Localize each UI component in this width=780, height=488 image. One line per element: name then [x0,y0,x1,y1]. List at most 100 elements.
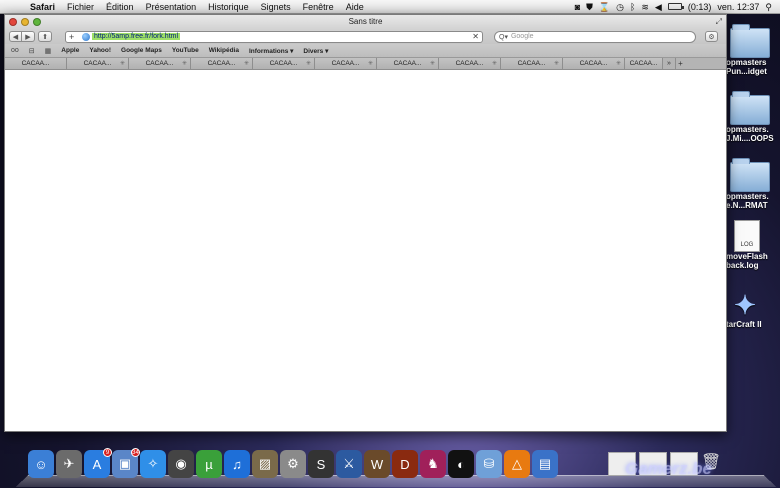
tab[interactable]: CACAA... ✳ [191,58,253,69]
menu-historique[interactable]: Historique [202,2,255,12]
tab[interactable]: CACAA... ✳ [377,58,439,69]
menu-aide[interactable]: Aide [340,2,370,12]
reading-list-icon[interactable]: oo [11,47,19,54]
dock-item-steam[interactable]: S [308,450,334,478]
back-button[interactable]: ◀ [9,31,22,42]
new-tab-button[interactable]: + [675,58,685,69]
desktop-icon-label: opmasters. J.Mi....OOPS [726,125,774,143]
tab[interactable]: CACAA... ✳ [129,58,191,69]
status-app-icon[interactable]: ◙ [575,1,580,13]
shield-icon[interactable]: ⛊ [586,1,593,13]
menu-presentation[interactable]: Présentation [140,2,203,12]
fullscreen-icon[interactable]: ⤢ [716,15,722,29]
desktop-icon-folder-1[interactable]: opmasters Pun...idget [726,24,780,76]
diablo-icon: D [400,456,410,472]
zoom-window-button[interactable] [33,18,41,26]
loading-spinner-icon: ✳ [367,61,373,67]
share-button[interactable]: ⬆ [38,31,52,42]
desktop-icon-label: opmasters. e.N...RMAT [726,192,769,210]
time-machine-icon[interactable]: ◷ [616,1,624,13]
log-file-icon: LOG [734,220,760,252]
spotlight-search-icon[interactable]: ⚲ [765,1,772,13]
search-field[interactable]: Q▾ Google [494,30,696,43]
search-placeholder: Google [510,33,534,40]
clock[interactable]: ven. 12:37 [717,1,759,13]
utorrent-icon: µ [205,456,213,472]
desktop-icon-folder-3[interactable]: opmasters. e.N...RMAT [726,158,780,210]
warcraft-icon: W [370,456,384,472]
dock-item-starcraft[interactable]: ⚔ [336,450,362,478]
dock-item-system-prefs[interactable]: ⚙ [280,450,306,478]
iphoto-icon: ▨ [258,456,272,471]
stop-clear-icon[interactable]: ✕ [472,32,479,41]
menu-fichier[interactable]: Fichier [61,2,100,12]
tab[interactable]: CACAA... ✳ [253,58,315,69]
watermark-logo: Gamerz.be [625,459,712,478]
tab[interactable]: CACAA... ✳ [67,58,129,69]
dock-item-utorrent[interactable]: µ [196,450,222,478]
dock-item-finder[interactable]: ☺ [28,450,54,478]
search-icon: Q▾ [499,33,508,41]
menu-bar: Safari Fichier Édition Présentation Hist… [0,0,780,14]
dock-item-vlc[interactable]: △ [504,450,530,478]
dock-item-warcraft[interactable]: W [364,450,390,478]
address-bar[interactable]: + http://5amp.free.fr/fork.html ✕ [65,30,483,43]
add-bookmark-icon[interactable]: + [69,32,79,42]
dock-item-game[interactable]: ♞ [420,450,446,478]
dock-item-diablo[interactable]: D [392,450,418,478]
toolbar: ◀ ▶ ⬆ + http://5amp.free.fr/fork.html ✕ … [5,29,726,44]
dock-item-safari[interactable]: ✧ [140,450,166,478]
tab[interactable]: CACAA... ✳ [563,58,625,69]
dock-item-notes[interactable]: ▤ [532,450,558,478]
desktop-icon-starcraft[interactable]: ✦ tarCraft II [726,290,780,329]
menu-app-name[interactable]: Safari [24,2,61,12]
dock-item-facetime[interactable]: ◉ [168,450,194,478]
dock-item-preview[interactable]: ▣ 34 [112,448,140,478]
dock-item-app-store[interactable]: A9 [84,448,112,478]
battery-icon[interactable] [667,3,684,10]
forward-button[interactable]: ▶ [22,31,35,42]
starcraft-icon: ⚔ [343,456,355,471]
volume-icon[interactable]: ◀ [655,1,662,13]
url-text[interactable]: http://5amp.free.fr/fork.html [92,33,181,40]
bookmark-wikipedia[interactable]: Wikipédia [209,47,239,54]
page-content[interactable] [5,70,726,431]
bookmark-apple[interactable]: Apple [61,47,79,54]
bluetooth-icon[interactable]: ᛒ [630,1,635,13]
loading-spinner-icon: ✳ [119,61,125,67]
bookmark-google-maps[interactable]: Google Maps [121,47,162,54]
tab[interactable]: CACAA... ✳ [439,58,501,69]
tab[interactable]: CACAA... ✳ [501,58,563,69]
menu-fenetre[interactable]: Fenêtre [297,2,340,12]
bookmark-youtube[interactable]: YouTube [172,47,199,54]
minimize-window-button[interactable] [21,18,29,26]
hourglass-icon[interactable]: ⌛ [599,1,610,13]
dock-item-launchpad[interactable]: ✈ [56,450,82,478]
bookmark-folder-divers[interactable]: Divers ▾ [303,47,328,55]
dock-item-iphoto[interactable]: ▨ [252,450,278,478]
desktop-icon-log-file[interactable]: LOG moveFlash back.log [726,220,780,270]
close-window-button[interactable] [9,18,17,26]
wifi-icon[interactable]: ≋ [641,1,649,13]
menu-signets[interactable]: Signets [255,2,297,12]
bookmark-yahoo[interactable]: Yahoo! [89,47,111,54]
bookmarks-book-icon[interactable]: ⊟ [29,47,35,55]
dock-item-ableton-live[interactable]: ◐ [448,450,474,478]
nav-buttons: ◀ ▶ [9,31,35,42]
globe-icon [82,32,90,41]
tab[interactable]: CACAA... [5,58,67,69]
settings-gear-button[interactable]: ⚙ [705,31,718,42]
desktop-icon-folder-2[interactable]: opmasters. J.Mi....OOPS [726,91,780,143]
dock-item-application[interactable]: ⛁ [476,450,502,478]
tab[interactable]: CACAA... ✳ [315,58,377,69]
top-sites-grid-icon[interactable]: ▦ [45,47,52,55]
dock-item-itunes[interactable]: ♫ [224,450,250,478]
tab-label: CACAA... [455,60,484,67]
folder-icon [730,158,770,192]
system-prefs-icon: ⚙ [287,456,299,471]
menu-edition[interactable]: Édition [100,2,140,12]
desktop-icon-label: opmasters Pun...idget [726,58,767,76]
bookmark-folder-informations[interactable]: Informations ▾ [249,47,293,55]
tab[interactable]: CACAA... [625,58,663,69]
more-tabs-icon[interactable]: » [663,58,675,69]
